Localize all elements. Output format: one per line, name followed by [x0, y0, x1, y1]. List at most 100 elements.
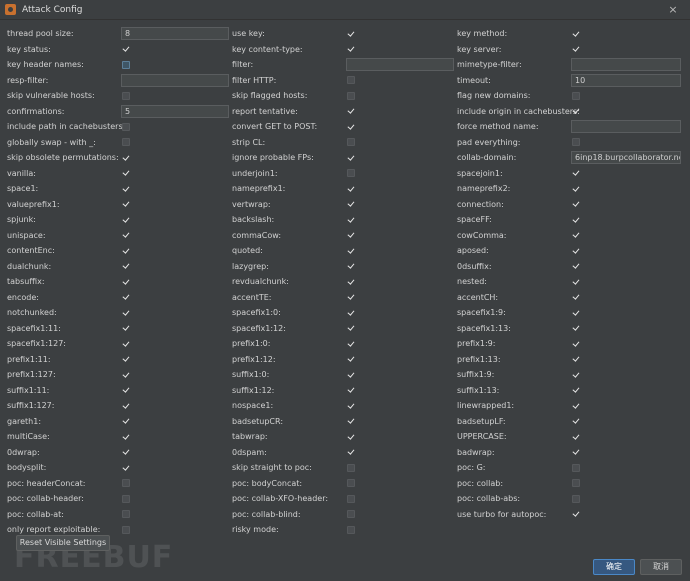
- key-server-checkbox[interactable]: [572, 45, 580, 53]
- prefix1-13-checkbox[interactable]: [572, 355, 580, 363]
- setting-connection: connection:: [0, 197, 690, 213]
- setting-label: spacejoin1:: [457, 168, 503, 178]
- include-origin-in-cachebusters-checkbox[interactable]: [572, 107, 580, 115]
- setting-label: pad everything:: [457, 137, 521, 147]
- setting-label: 0dsuffix:: [457, 261, 492, 271]
- setting-mimetype-filter: mimetype-filter:: [0, 57, 690, 73]
- aposed-checkbox[interactable]: [572, 247, 580, 255]
- poc-collab-abs-checkbox[interactable]: [572, 494, 580, 503]
- setting-label: accentCH:: [457, 292, 499, 302]
- setting-label: spacefix1:13:: [457, 323, 511, 333]
- collab-domain-input[interactable]: 6inp18.burpcollaborator.net: [571, 151, 681, 164]
- setting-label: cowComma:: [457, 230, 507, 240]
- reset-visible-settings-button[interactable]: Reset Visible Settings: [16, 535, 110, 551]
- setting-label: prefix1:9:: [457, 339, 496, 348]
- setting-key-method: key method:: [0, 26, 690, 42]
- badsetuplf-checkbox[interactable]: [572, 417, 580, 425]
- 0dsuffix-checkbox[interactable]: [572, 262, 580, 270]
- cowcomma-checkbox[interactable]: [572, 231, 580, 239]
- setting-suffix1-9: suffix1:9:: [0, 367, 690, 383]
- setting-linewrapped1: linewrapped1:: [0, 398, 690, 414]
- force-method-name-input[interactable]: [571, 120, 681, 133]
- setting-spaceff: spaceFF:: [0, 212, 690, 228]
- poc-g-checkbox[interactable]: [572, 463, 580, 472]
- setting-label: use turbo for autopoc:: [457, 509, 547, 519]
- setting-collab-domain: collab-domain: 6inp18.burpcollaborator.ne…: [0, 150, 690, 166]
- close-icon[interactable]: ×: [666, 3, 680, 17]
- spacefix1-13-checkbox[interactable]: [572, 324, 580, 332]
- pad-everything-checkbox[interactable]: [572, 138, 580, 146]
- setting-label: suffix1:13:: [457, 385, 500, 395]
- setting-label: UPPERCASE:: [457, 432, 507, 441]
- setting-aposed: aposed:: [0, 243, 690, 259]
- setting-label: nameprefix2:: [457, 184, 511, 193]
- title-bar: Attack Config ×: [0, 0, 690, 20]
- setting-prefix1-9: prefix1:9:: [0, 336, 690, 352]
- spacefix1-9-checkbox[interactable]: [572, 309, 580, 317]
- cancel-button[interactable]: 取消: [640, 559, 682, 575]
- setting-spacejoin1: spacejoin1:: [0, 166, 690, 182]
- setting-prefix1-13: prefix1:13:: [0, 352, 690, 368]
- nameprefix2-checkbox[interactable]: [572, 185, 580, 193]
- risky-mode-checkbox[interactable]: [347, 525, 355, 534]
- setting-label: key server:: [457, 44, 502, 54]
- ok-button[interactable]: 确定: [593, 559, 635, 575]
- setting-label: connection:: [457, 199, 504, 209]
- timeout-input[interactable]: 10: [571, 73, 681, 87]
- setting-poc-g: poc: G:: [0, 460, 690, 476]
- setting-label: risky mode:: [232, 525, 279, 534]
- setting-label: include origin in cachebusters:: [457, 106, 580, 116]
- accentch-checkbox[interactable]: [572, 293, 580, 301]
- spaceff-checkbox[interactable]: [572, 216, 580, 224]
- connection-checkbox[interactable]: [572, 200, 580, 208]
- setting-label: badwrap:: [457, 447, 495, 457]
- setting-label: key method:: [457, 29, 508, 38]
- linewrapped1-checkbox[interactable]: [572, 402, 580, 410]
- flag-new-domains-checkbox[interactable]: [572, 91, 580, 100]
- mimetype-filter-input[interactable]: [571, 58, 681, 71]
- setting-label: prefix1:13:: [457, 354, 501, 364]
- window-title: Attack Config: [22, 4, 83, 15]
- setting-nested: nested:: [0, 274, 690, 290]
- prefix1-9-checkbox[interactable]: [572, 340, 580, 348]
- suffix1-13-checkbox[interactable]: [572, 386, 580, 394]
- uppercase-checkbox[interactable]: [572, 433, 580, 441]
- app-icon: [5, 4, 16, 15]
- setting-include-origin-in-cachebusters: include origin in cachebusters:: [0, 104, 690, 120]
- setting-force-method-name: force method name:: [0, 119, 690, 135]
- nested-checkbox[interactable]: [572, 278, 580, 286]
- setting-spacefix1-9: spacefix1:9:: [0, 305, 690, 321]
- setting-badwrap: badwrap:: [0, 445, 690, 461]
- setting-suffix1-13: suffix1:13:: [0, 383, 690, 399]
- setting-badsetuplf: badsetupLF:: [0, 414, 690, 430]
- setting-label: badsetupLF:: [457, 416, 506, 426]
- setting-0dsuffix: 0dsuffix:: [0, 259, 690, 275]
- setting-label: force method name:: [457, 122, 539, 131]
- setting-accentch: accentCH:: [0, 290, 690, 306]
- spacejoin1-checkbox[interactable]: [572, 169, 580, 177]
- setting-spacefix1-13: spacefix1:13:: [0, 321, 690, 337]
- setting-label: flag new domains:: [457, 91, 531, 100]
- setting-flag-new-domains: flag new domains:: [0, 88, 690, 104]
- badwrap-checkbox[interactable]: [572, 448, 580, 456]
- setting-key-server: key server:: [0, 42, 690, 58]
- setting-label: collab-domain:: [457, 153, 517, 162]
- setting-label: spacefix1:9:: [457, 308, 506, 317]
- setting-label: spaceFF:: [457, 215, 492, 224]
- key-method-checkbox[interactable]: [572, 30, 580, 38]
- setting-label: mimetype-filter:: [457, 60, 522, 69]
- setting-nameprefix2: nameprefix2:: [0, 181, 690, 197]
- setting-label: poc: collab-abs:: [457, 494, 521, 503]
- poc-collab-checkbox[interactable]: [572, 479, 580, 487]
- setting-pad-everything: pad everything:: [0, 135, 690, 151]
- setting-label: suffix1:9:: [457, 370, 495, 379]
- setting-label: nested:: [457, 277, 487, 286]
- suffix1-9-checkbox[interactable]: [572, 371, 580, 379]
- use-turbo-for-autopoc-checkbox[interactable]: [572, 510, 580, 518]
- setting-label: linewrapped1:: [457, 401, 515, 410]
- setting-cowcomma: cowComma:: [0, 228, 690, 244]
- setting-label: aposed:: [457, 246, 489, 255]
- setting-poc-collab-abs: poc: collab-abs:: [0, 491, 690, 507]
- setting-label: timeout:: [457, 75, 491, 85]
- setting-label: poc: G:: [457, 463, 486, 472]
